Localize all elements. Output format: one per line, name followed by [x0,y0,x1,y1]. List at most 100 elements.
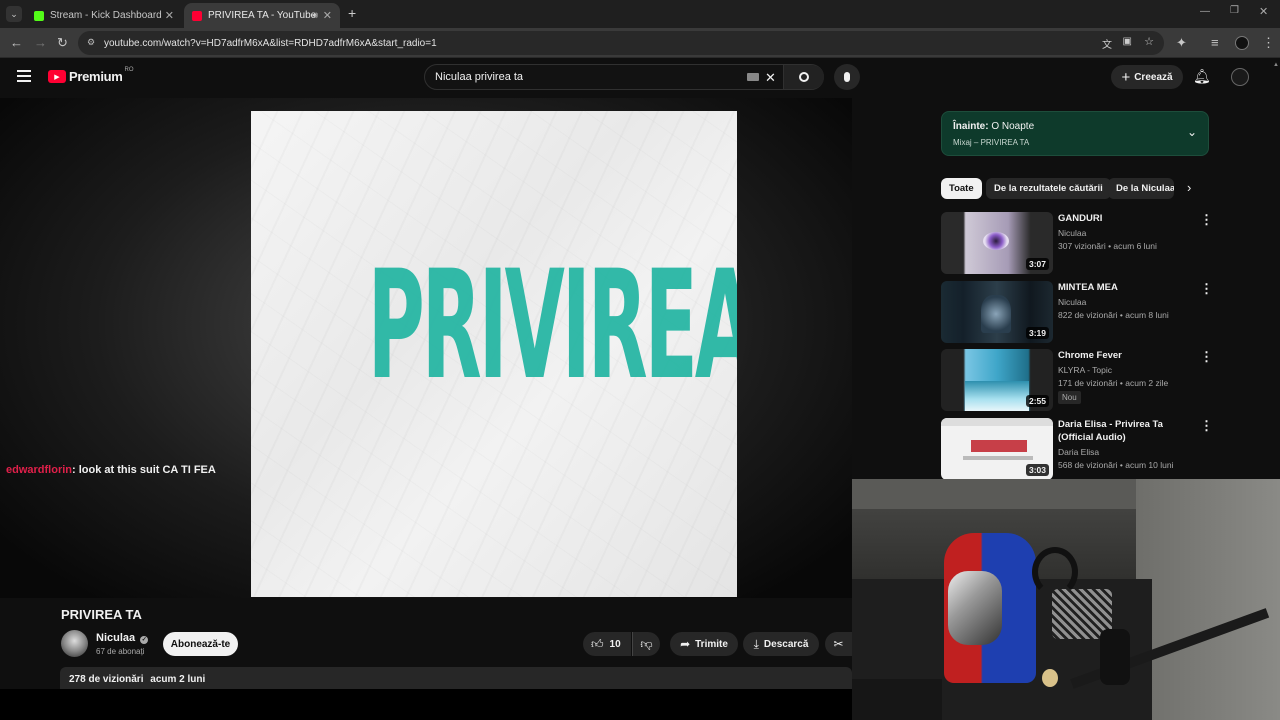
channel-name: KLYRA - Topic [1058,365,1113,375]
chip-from-channel[interactable]: De la Niculaa [1108,178,1174,199]
clear-search-icon[interactable]: ✕ [765,70,776,86]
bookmark-star-icon[interactable]: ☆ [1144,35,1154,48]
more-options-icon[interactable]: ⋮ [1200,349,1213,365]
channel-name[interactable]: Niculaa ✓ [96,632,149,644]
chat-overlay: edwardflorin: look at this suit CA TI FE… [6,464,216,476]
video-thumbnail[interactable]: 3:03 [941,418,1053,480]
hamburger-menu-icon[interactable] [17,70,31,82]
youtube-header: ▶ Premium RO ✕ + Creează 🔔︎ [0,58,1270,98]
search-box: ✕ [424,64,824,90]
up-next-prefix: Înainte: [953,121,989,132]
up-next-title: O Noapte [991,121,1035,132]
minimize-icon[interactable]: — [1200,6,1210,17]
duration-badge: 3:07 [1025,258,1049,270]
youtube-play-icon: ▶ [48,70,66,83]
list-item[interactable]: 3:19 MINTEA MEA Niculaa 822 de vizionări… [941,281,1213,343]
logo-text: Premium [69,69,123,84]
browser-tab-bar: ⌄ Stream - Kick Dashboard ✕ PRIVIREA TA … [0,0,1280,28]
close-tab-icon[interactable]: ✕ [323,9,332,22]
more-options-icon[interactable]: ⋮ [1200,418,1213,434]
forward-icon[interactable]: → [34,35,47,50]
translate-icon[interactable]: 文 [1102,36,1112,51]
up-next-subtitle: Mixaj – PRIVIREA TA [953,138,1030,147]
account-avatar[interactable] [1231,68,1249,86]
notifications-bell-icon[interactable]: 🔔︎ [1193,68,1211,85]
subscriber-count: 67 de abonați [96,647,145,656]
video-title: Daria Elisa - Privirea Ta (Official Audi… [1058,419,1163,443]
clip-button[interactable]: ✂ [825,632,852,656]
share-label: Trimite [695,638,728,650]
video-title: PRIVIREA TA [61,607,142,622]
restore-icon[interactable]: ❐ [1230,5,1239,16]
duration-badge: 2:55 [1025,395,1049,407]
microphone-icon [844,72,850,82]
keyboard-icon[interactable] [747,73,759,81]
search-input[interactable] [435,71,735,83]
description-box[interactable]: 278 de vizionări acum 2 luni [60,667,852,689]
channel-avatar[interactable] [61,630,88,657]
cover-title-text: PRIVIREA TA [367,239,737,413]
up-next-panel[interactable]: Înainte: O Noapte Mixaj – PRIVIREA TA ⌄ [941,111,1209,156]
tab-youtube[interactable]: PRIVIREA TA - YouTube 🔊︎ ✕ [184,3,340,28]
view-count: 278 de vizionări [69,674,144,685]
download-button[interactable]: ⤓ Descarcă [743,632,819,656]
cast-icon[interactable]: ▣ [1123,36,1132,47]
site-info-icon[interactable]: ⚙ [87,37,95,48]
chip-all[interactable]: Toate [941,178,982,199]
address-bar[interactable]: ⚙ youtube.com/watch?v=HD7adfrM6xA&list=R… [78,31,1164,55]
video-thumbnail[interactable]: 3:07 [941,212,1053,274]
video-title: MINTEA MEA [1058,282,1118,293]
tab-kick-dashboard[interactable]: Stream - Kick Dashboard ✕ [26,3,182,28]
like-button[interactable]: 👍︎ 10 [583,632,631,656]
webcam-overlay [852,479,1280,720]
tab-search-icon[interactable]: ⌄ [6,6,22,22]
list-item[interactable]: 3:03 Daria Elisa - Privirea Ta (Official… [941,418,1213,480]
plus-icon: + [1121,68,1131,86]
new-tab-icon[interactable]: + [348,5,356,21]
page-scrollbar[interactable]: ▲ [1270,58,1280,479]
extensions-icon[interactable]: ✦ [1176,35,1187,51]
close-tab-icon[interactable]: ✕ [165,9,174,22]
video-thumbnail[interactable]: 3:19 [941,281,1053,343]
channel-name: Niculaa [1058,297,1087,307]
video-thumbnail[interactable]: 2:55 [941,349,1053,411]
youtube-favicon-icon [192,10,202,21]
channel-name: Niculaa [1058,228,1087,238]
url-text: youtube.com/watch?v=HD7adfrM6xA&list=RDH… [104,37,437,49]
thumbs-down-icon: 👎︎ [640,636,653,651]
create-button[interactable]: + Creează [1111,65,1183,89]
more-options-icon[interactable]: ⋮ [1200,281,1213,297]
chip-from-search[interactable]: De la rezultatele căutării [986,178,1111,199]
search-icon [799,72,809,82]
audio-playing-icon[interactable]: 🔊︎ [312,10,318,21]
browser-toolbar: ← → ↻ ⚙ youtube.com/watch?v=HD7adfrM6xA&… [0,28,1280,58]
more-options-icon[interactable]: ⋮ [1200,212,1213,228]
profile-avatar[interactable] [1235,36,1249,50]
list-item[interactable]: 2:55 Chrome Fever KLYRA - Topic 171 de v… [941,349,1213,411]
chevron-down-icon[interactable]: ⌄ [1187,125,1197,139]
duration-badge: 3:19 [1025,327,1049,339]
subscribe-button[interactable]: Abonează-te [163,632,238,656]
upload-age: acum 2 luni [150,674,206,685]
tab-title: PRIVIREA TA - YouTube [208,10,317,21]
thumbs-up-icon: 👍︎ [591,636,604,651]
youtube-logo[interactable]: ▶ Premium RO [48,67,134,84]
video-title: GANDURI [1058,213,1103,224]
video-meta: 171 de vizionări • acum 2 zile [1058,378,1169,388]
browser-menu-icon[interactable]: ⋮ [1262,35,1275,51]
back-icon[interactable]: ← [10,35,23,50]
kick-favicon-icon [34,10,44,21]
chevron-right-icon[interactable]: › [1187,180,1191,195]
video-meta: 568 de vizionări • acum 10 luni [1058,460,1174,470]
download-icon: ⤓ [753,636,759,651]
list-item[interactable]: 3:07 GANDURI Niculaa 307 vizionări • acu… [941,212,1213,274]
search-button[interactable] [783,65,824,89]
like-count: 10 [609,638,621,650]
reload-icon[interactable]: ↻ [57,35,68,51]
video-meta: 307 vizionări • acum 6 luni [1058,241,1157,251]
media-control-icon[interactable]: ≡ [1211,35,1219,50]
close-window-icon[interactable]: ✕ [1259,5,1268,18]
voice-search-button[interactable] [834,64,860,90]
dislike-button[interactable]: 👎︎ [632,632,660,656]
share-button[interactable]: ➦ Trimite [670,632,738,656]
